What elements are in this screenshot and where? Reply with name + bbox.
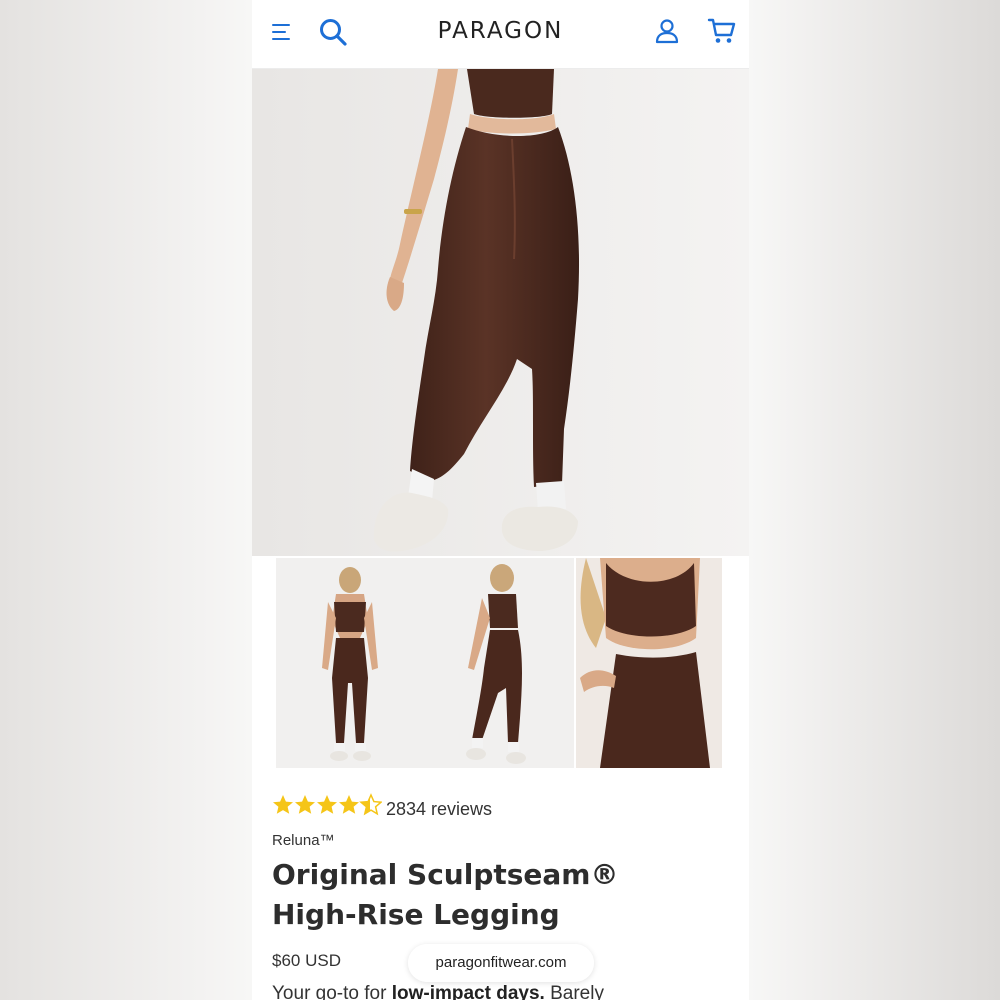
product-title: Original Sculptseam® High-Rise Legging (272, 855, 712, 935)
browser-url-bar[interactable]: paragonfitwear.com (408, 944, 594, 982)
site-header: PARAGON (252, 0, 749, 69)
thumbnail-back-view[interactable] (276, 558, 424, 768)
cart-icon[interactable] (707, 17, 737, 45)
description-prefix: Your go-to for (272, 983, 392, 1000)
product-title-line2: High-Rise Legging (272, 898, 560, 931)
phone-screen: PARAGON 2834 reviews Reluna™ Original Sc… (252, 0, 749, 1000)
product-price: $60 USD (272, 951, 341, 970)
thumbnail-strip (252, 558, 749, 768)
product-main-image[interactable] (252, 69, 749, 556)
thumbnail-three-quarter-view[interactable] (424, 558, 574, 768)
reviews-count[interactable]: 2834 reviews (386, 799, 492, 820)
thumbnail-front-closeup[interactable] (576, 558, 722, 768)
product-vendor: Reluna™ (272, 832, 335, 849)
description-bold: low-impact days. (391, 983, 545, 1000)
product-title-line1: Original Sculptseam® (272, 858, 619, 891)
account-icon[interactable] (654, 18, 680, 44)
rating-stars-icon (273, 793, 382, 816)
description-suffix: Barely (544, 983, 604, 1000)
product-description: Your go-to for low-impact days. Barely (272, 983, 604, 1000)
